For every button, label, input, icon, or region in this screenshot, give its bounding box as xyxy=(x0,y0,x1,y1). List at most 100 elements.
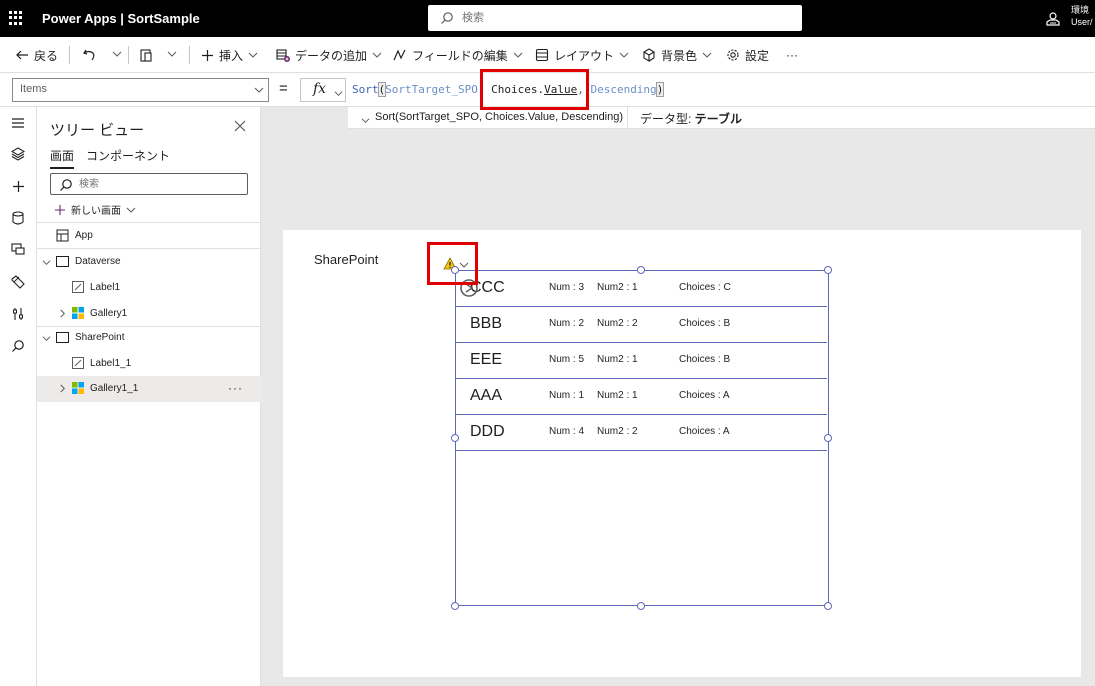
insert-button[interactable]: 挿入 xyxy=(201,46,258,64)
row-choices: Choices : C xyxy=(679,282,731,293)
tree-node-app[interactable]: App xyxy=(37,223,261,249)
tree-node-sharepoint[interactable]: SharePoint xyxy=(37,325,261,351)
tree-view-panel: ツリー ビュー 画面 コンポーネント 新しい画面 App Dataverse L… xyxy=(37,107,261,686)
divider xyxy=(627,107,628,129)
resize-handle[interactable] xyxy=(637,266,645,274)
divider xyxy=(69,46,70,64)
resize-handle[interactable] xyxy=(824,434,832,442)
chevron-down-icon xyxy=(248,50,258,60)
chevron-down-icon[interactable] xyxy=(42,258,51,267)
tree-node-label1[interactable]: Label1 xyxy=(37,275,261,301)
chevron-down-icon xyxy=(254,85,264,98)
variables-icon[interactable] xyxy=(9,273,27,291)
gallery-icon xyxy=(72,382,84,394)
paste-icon xyxy=(139,48,153,62)
row-choices: Choices : B xyxy=(679,318,731,329)
resize-handle[interactable] xyxy=(451,602,459,610)
resize-handle[interactable] xyxy=(824,602,832,610)
gallery-row[interactable]: CCC Num : 3 Num2 : 1 Choices : C xyxy=(456,271,827,307)
resize-handle[interactable] xyxy=(451,434,459,442)
row-choices: Choices : A xyxy=(679,426,730,437)
chevron-down-icon xyxy=(112,48,122,62)
database-icon[interactable] xyxy=(9,209,27,227)
fx-button[interactable]: fx xyxy=(300,78,346,102)
background-icon xyxy=(642,48,656,62)
gallery-row[interactable]: AAA Num : 1 Num2 : 1 Choices : A xyxy=(456,379,827,415)
app-title: Power Apps | SortSample xyxy=(42,11,200,26)
gear-icon xyxy=(726,48,740,62)
tools-icon[interactable] xyxy=(9,305,27,323)
tab-components[interactable]: コンポーネント xyxy=(86,147,170,169)
data-type-label: データ型: テーブル xyxy=(640,112,742,126)
tree-search-input[interactable] xyxy=(79,177,239,191)
search-icon xyxy=(59,178,73,195)
edit-fields-button[interactable]: フィールドの編集 xyxy=(393,46,523,64)
sharepoint-label[interactable]: SharePoint xyxy=(314,252,378,267)
chevron-down-icon xyxy=(513,50,523,60)
hamburger-icon[interactable] xyxy=(9,114,27,132)
gallery-row[interactable]: EEE Num : 5 Num2 : 1 Choices : B xyxy=(456,343,827,379)
row-choices: Choices : B xyxy=(679,354,731,365)
gallery-row[interactable]: DDD Num : 4 Num2 : 2 Choices : A xyxy=(456,415,827,451)
row-num: Num : 1 xyxy=(549,390,585,401)
chevron-down-icon xyxy=(167,48,177,62)
chevron-down-icon[interactable] xyxy=(361,114,370,128)
tree-node-gallery1[interactable]: Gallery1 xyxy=(37,301,261,327)
chevron-right-icon[interactable] xyxy=(58,309,67,318)
resize-handle[interactable] xyxy=(637,602,645,610)
chevron-down-icon[interactable] xyxy=(42,334,51,343)
add-data-button[interactable]: データの追加 xyxy=(276,46,382,64)
property-dropdown[interactable]: Items xyxy=(12,78,269,102)
plus-icon[interactable] xyxy=(9,177,27,195)
close-icon[interactable] xyxy=(234,120,246,135)
plus-icon xyxy=(201,49,214,62)
back-button[interactable]: 戻る xyxy=(15,46,58,64)
tree-node-dataverse[interactable]: Dataverse xyxy=(37,249,261,275)
left-rail xyxy=(0,107,37,686)
paste-button[interactable] xyxy=(139,46,158,64)
layers-icon[interactable] xyxy=(9,145,27,163)
resize-handle[interactable] xyxy=(824,266,832,274)
more-commands-button[interactable]: ··· xyxy=(786,46,798,64)
search-icon[interactable] xyxy=(9,337,27,355)
gallery-row[interactable]: BBB Num : 2 Num2 : 2 Choices : B xyxy=(456,307,827,343)
layout-button[interactable]: レイアウト xyxy=(535,46,629,64)
formula-highlight xyxy=(480,69,589,110)
label-icon xyxy=(72,357,84,369)
row-title: EEE xyxy=(470,351,503,368)
tree-search[interactable] xyxy=(50,173,248,195)
screen-icon xyxy=(56,256,69,267)
edit-fields-icon xyxy=(393,48,407,62)
warning-highlight xyxy=(427,242,478,285)
row-title: AAA xyxy=(470,387,503,404)
screen-icon xyxy=(56,332,69,343)
global-search-input[interactable] xyxy=(462,9,782,27)
undo-dropdown[interactable] xyxy=(112,46,122,64)
row-num: Num : 5 xyxy=(549,354,585,365)
tree-node-gallery1-1[interactable]: Gallery1_1 ··· xyxy=(37,376,261,402)
text-cursor xyxy=(663,83,665,97)
app-icon xyxy=(56,229,69,242)
chevron-down-icon xyxy=(126,205,136,215)
settings-button[interactable]: 設定 xyxy=(726,46,769,64)
chevron-down-icon xyxy=(334,86,343,102)
environment-label[interactable]: 環境 User/ xyxy=(1071,4,1093,28)
chevron-right-icon[interactable] xyxy=(58,384,67,393)
tree-node-label1-1[interactable]: Label1_1 xyxy=(37,351,261,377)
row-num2: Num2 : 2 xyxy=(597,426,638,437)
new-screen-button[interactable]: 新しい画面 xyxy=(54,202,136,217)
gallery-icon xyxy=(72,307,84,319)
gallery1-1[interactable]: CCC Num : 3 Num2 : 1 Choices : C BBB Num… xyxy=(455,270,829,606)
paste-dropdown[interactable] xyxy=(167,46,177,64)
undo-button[interactable] xyxy=(82,46,101,64)
media-icon[interactable] xyxy=(9,240,27,258)
row-num2: Num2 : 2 xyxy=(597,318,638,329)
divider xyxy=(128,46,129,64)
waffle-icon[interactable] xyxy=(9,11,23,25)
global-search[interactable] xyxy=(428,5,802,31)
tab-screens[interactable]: 画面 xyxy=(50,147,75,169)
more-options-button[interactable]: ··· xyxy=(228,381,243,395)
tree-tabs: 画面 コンポーネント xyxy=(50,147,182,169)
background-color-button[interactable]: 背景色 xyxy=(642,46,712,64)
environment-icon[interactable] xyxy=(1045,12,1061,29)
